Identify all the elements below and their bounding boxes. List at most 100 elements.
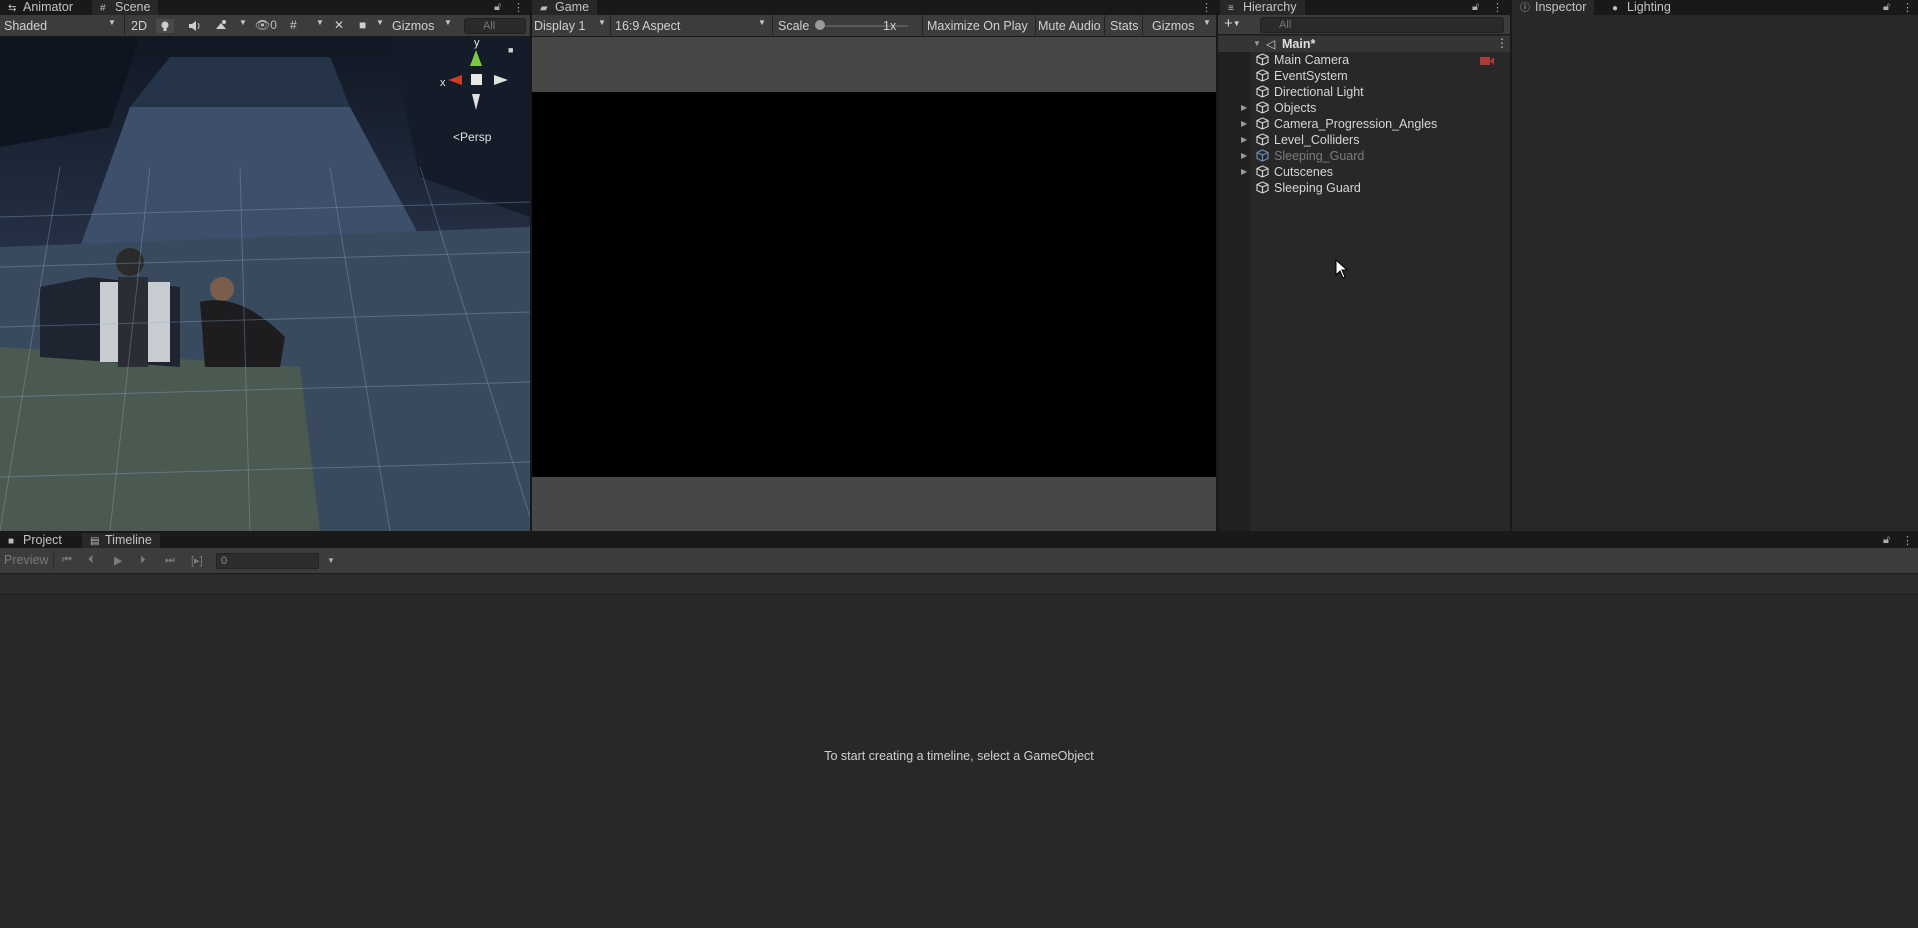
timeline-body: To start creating a timeline, select a G… (0, 596, 1918, 928)
skip-end-icon: ⏭ (165, 554, 175, 566)
unity-scene-icon: ◁ (1266, 37, 1276, 51)
maximize-on-play-button[interactable]: Maximize On Play (927, 17, 1028, 35)
grid-icon: # (290, 18, 297, 32)
game-view[interactable] (532, 92, 1216, 477)
timeline-toolbar: Preview ⏮ ⏴ ▶ ⏵ ⏭ [▸] 0 ▼ (0, 548, 1918, 574)
toggle-2d-button[interactable]: 2D (131, 17, 147, 35)
scene-lock-icon[interactable]: 🔓︎ (494, 1, 501, 14)
tab-animator[interactable]: ⇆ Animator (0, 0, 81, 15)
scene-menu-icon[interactable]: ⋮ (513, 1, 524, 14)
mute-audio-button[interactable]: Mute Audio (1038, 17, 1101, 35)
info-icon: ⓘ (1520, 3, 1530, 14)
hierarchy-item[interactable]: ▶ Camera_Progression_Angles (1241, 116, 1437, 132)
expand-arrow-icon[interactable]: ▶ (1241, 164, 1247, 180)
tools-icon: ✕ (334, 18, 345, 32)
gizmo-x-label: x (440, 77, 446, 89)
game-tab-strip (532, 0, 1216, 15)
scene-viewport[interactable]: y x ■ <Persp (0, 37, 530, 531)
chevron-down-icon[interactable]: ▼ (444, 18, 452, 27)
scene-visibility-toggle[interactable]: 👁︎0 (255, 18, 277, 32)
frame-input[interactable]: 0 (216, 553, 319, 569)
timeline-tab-strip (0, 533, 1918, 548)
gizmo-lock-icon[interactable]: ■ (508, 45, 513, 55)
play-button[interactable]: ▶ (114, 554, 122, 567)
perspective-icon: < (453, 130, 461, 144)
scene-search-input[interactable]: All (464, 18, 526, 34)
previous-frame-button[interactable]: ⏴ (88, 554, 94, 567)
hierarchy-item[interactable]: ▶ Objects (1241, 100, 1317, 116)
chevron-down-icon[interactable]: ▼ (239, 18, 247, 27)
tab-game[interactable]: ▰ Game (532, 0, 598, 15)
grid-snap-toggle[interactable]: # (290, 18, 297, 32)
tab-inspector[interactable]: ⓘ Inspector (1512, 0, 1595, 15)
chevron-down-icon: ▼ (1232, 19, 1241, 28)
gameobject-cube-icon (1256, 149, 1269, 162)
game-gizmos-button[interactable]: Gizmos (1152, 17, 1194, 35)
range-icon: [▸] (191, 555, 203, 567)
lighting-toggle[interactable] (156, 19, 174, 33)
hierarchy-search-input[interactable]: All (1260, 17, 1504, 33)
add-object-button[interactable]: +▼ (1224, 15, 1241, 32)
play-range-button[interactable]: [▸] (191, 554, 203, 567)
scene-menu-icon[interactable]: ⋮ (1496, 36, 1508, 50)
gameobject-cube-icon (1256, 133, 1269, 146)
hierarchy-item-label: Sleeping Guard (1274, 181, 1361, 195)
hierarchy-item-label: EventSystem (1274, 69, 1348, 83)
inspector-lock-icon[interactable]: 🔓︎ (1883, 1, 1890, 14)
scale-slider-thumb[interactable] (815, 20, 825, 30)
chevron-down-icon: ▼ (108, 18, 116, 27)
audio-toggle[interactable] (187, 19, 201, 36)
projection-toggle[interactable]: <Persp (453, 130, 491, 144)
stats-button[interactable]: Stats (1110, 17, 1139, 35)
scene-gizmos-button[interactable]: Gizmos (392, 17, 434, 35)
chevron-down-icon: ▼ (758, 18, 766, 27)
first-frame-button[interactable]: ⏮ (62, 554, 72, 567)
hierarchy-item-label: Main Camera (1274, 53, 1350, 67)
tools-button[interactable]: ✕ (334, 18, 344, 32)
timeline-menu-icon[interactable]: ⋮ (1902, 534, 1913, 547)
hierarchy-item-label: Objects (1274, 101, 1317, 115)
tab-project[interactable]: ■ Project (0, 533, 70, 548)
hierarchy-item[interactable]: Directional Light (1256, 84, 1364, 100)
timeline-icon: ▤ (90, 536, 100, 547)
folder-icon: ■ (8, 536, 15, 547)
hierarchy-item[interactable]: ▶ Level_Colliders (1241, 132, 1359, 148)
gameobject-cube-icon (1256, 53, 1269, 66)
effects-toggle[interactable] (214, 19, 228, 36)
tab-hierarchy[interactable]: ≡ Hierarchy (1220, 0, 1305, 15)
tab-scene[interactable]: # Scene (92, 0, 159, 15)
hierarchy-item[interactable]: ▶ Cutscenes (1241, 164, 1333, 180)
expand-arrow-icon[interactable]: ▶ (1241, 132, 1247, 148)
preview-button[interactable]: Preview (0, 551, 54, 570)
scene-root-row[interactable]: ▼ ◁ Main* ⋮ (1218, 36, 1510, 52)
hierarchy-lock-icon[interactable]: 🔓︎ (1472, 1, 1479, 14)
game-view-background (532, 37, 1216, 531)
aspect-dropdown[interactable]: 16:9 Aspect (615, 17, 680, 35)
shading-mode-dropdown[interactable]: Shaded (4, 17, 47, 35)
chevron-down-icon[interactable]: ▼ (316, 18, 324, 27)
expand-arrow-icon[interactable]: ▶ (1241, 100, 1247, 116)
chevron-down-icon[interactable]: ▼ (327, 556, 335, 565)
game-menu-icon[interactable]: ⋮ (1201, 1, 1212, 14)
camera-button[interactable]: ■ (359, 18, 366, 32)
expand-arrow-icon[interactable]: ▶ (1241, 116, 1247, 132)
hierarchy-menu-icon[interactable]: ⋮ (1492, 1, 1503, 14)
hierarchy-toolbar: +▼ All (1218, 15, 1510, 35)
tab-timeline[interactable]: ▤ Timeline (82, 533, 160, 548)
display-dropdown[interactable]: Display 1 (534, 17, 585, 35)
chevron-down-icon[interactable]: ▼ (376, 18, 384, 27)
tab-lighting[interactable]: ● Lighting (1604, 0, 1679, 15)
last-frame-button[interactable]: ⏭ (165, 554, 175, 567)
gameobject-cube-icon (1256, 165, 1269, 178)
gizmo-y-label: y (474, 37, 480, 49)
plus-icon: + (1224, 15, 1233, 32)
timeline-lock-icon[interactable]: 🔓︎ (1883, 534, 1890, 547)
hierarchy-item[interactable]: Sleeping Guard (1256, 180, 1361, 196)
next-frame-button[interactable]: ⏵ (140, 554, 146, 567)
hierarchy-item[interactable]: ▶ Sleeping_Guard (1241, 148, 1364, 164)
hierarchy-item[interactable]: EventSystem (1256, 68, 1348, 84)
hierarchy-item[interactable]: Main Camera (1256, 52, 1349, 68)
expand-arrow-icon[interactable]: ▶ (1241, 148, 1247, 164)
inspector-menu-icon[interactable]: ⋮ (1902, 1, 1913, 14)
orientation-gizmo[interactable] (436, 42, 516, 112)
